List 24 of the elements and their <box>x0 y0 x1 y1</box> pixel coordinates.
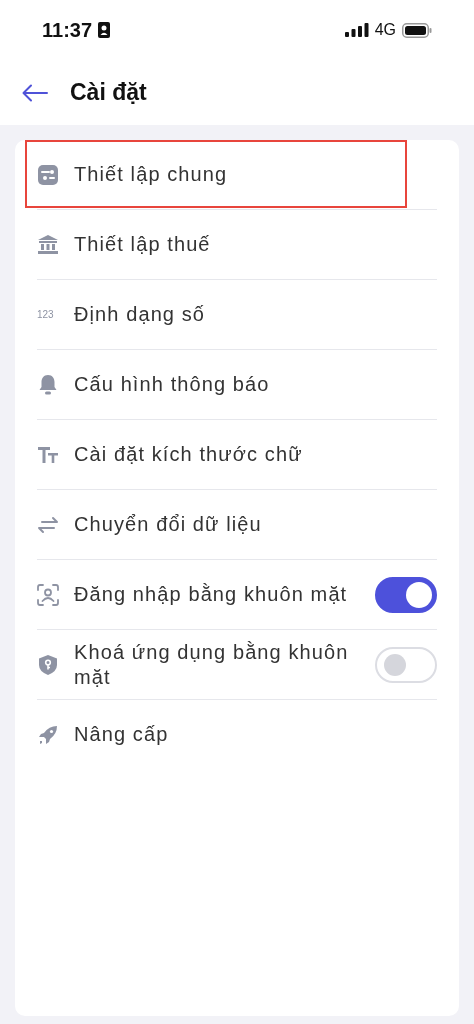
setting-label[interactable]: Chuyển đổi dữ liệu <box>74 512 437 537</box>
signal-icon <box>344 23 369 37</box>
network-label: 4G <box>374 21 396 39</box>
rocket-icon <box>37 723 59 746</box>
bank-icon <box>37 233 59 256</box>
bell-icon <box>37 373 59 396</box>
setting-label[interactable]: Nâng cấp <box>74 722 437 747</box>
badge-icon <box>98 22 111 38</box>
face-scan-icon <box>37 583 59 606</box>
toggle-switch[interactable] <box>375 576 437 613</box>
setting-label[interactable]: Đăng nhập bằng khuôn mặt <box>74 582 360 607</box>
setting-label[interactable]: Định dạng số <box>74 302 437 327</box>
page-title: Cài đặt <box>70 79 147 106</box>
setting-label[interactable]: Khoá ứng dụng bằng khuôn mặt <box>74 639 360 690</box>
status-time: 11:37 <box>42 18 93 42</box>
sliders-icon <box>37 163 59 186</box>
setting-label[interactable]: Thiết lập thuế <box>74 232 437 257</box>
setting-label[interactable]: Thiết lập chung <box>74 162 437 187</box>
setting-label[interactable]: Cấu hình thông báo <box>74 372 437 397</box>
number-icon: 123 <box>37 309 59 320</box>
back-arrow-icon[interactable] <box>22 83 48 102</box>
shield-key-icon <box>37 653 59 676</box>
battery-icon <box>402 22 432 38</box>
setting-label[interactable]: Cài đặt kích thước chữ <box>74 442 437 467</box>
